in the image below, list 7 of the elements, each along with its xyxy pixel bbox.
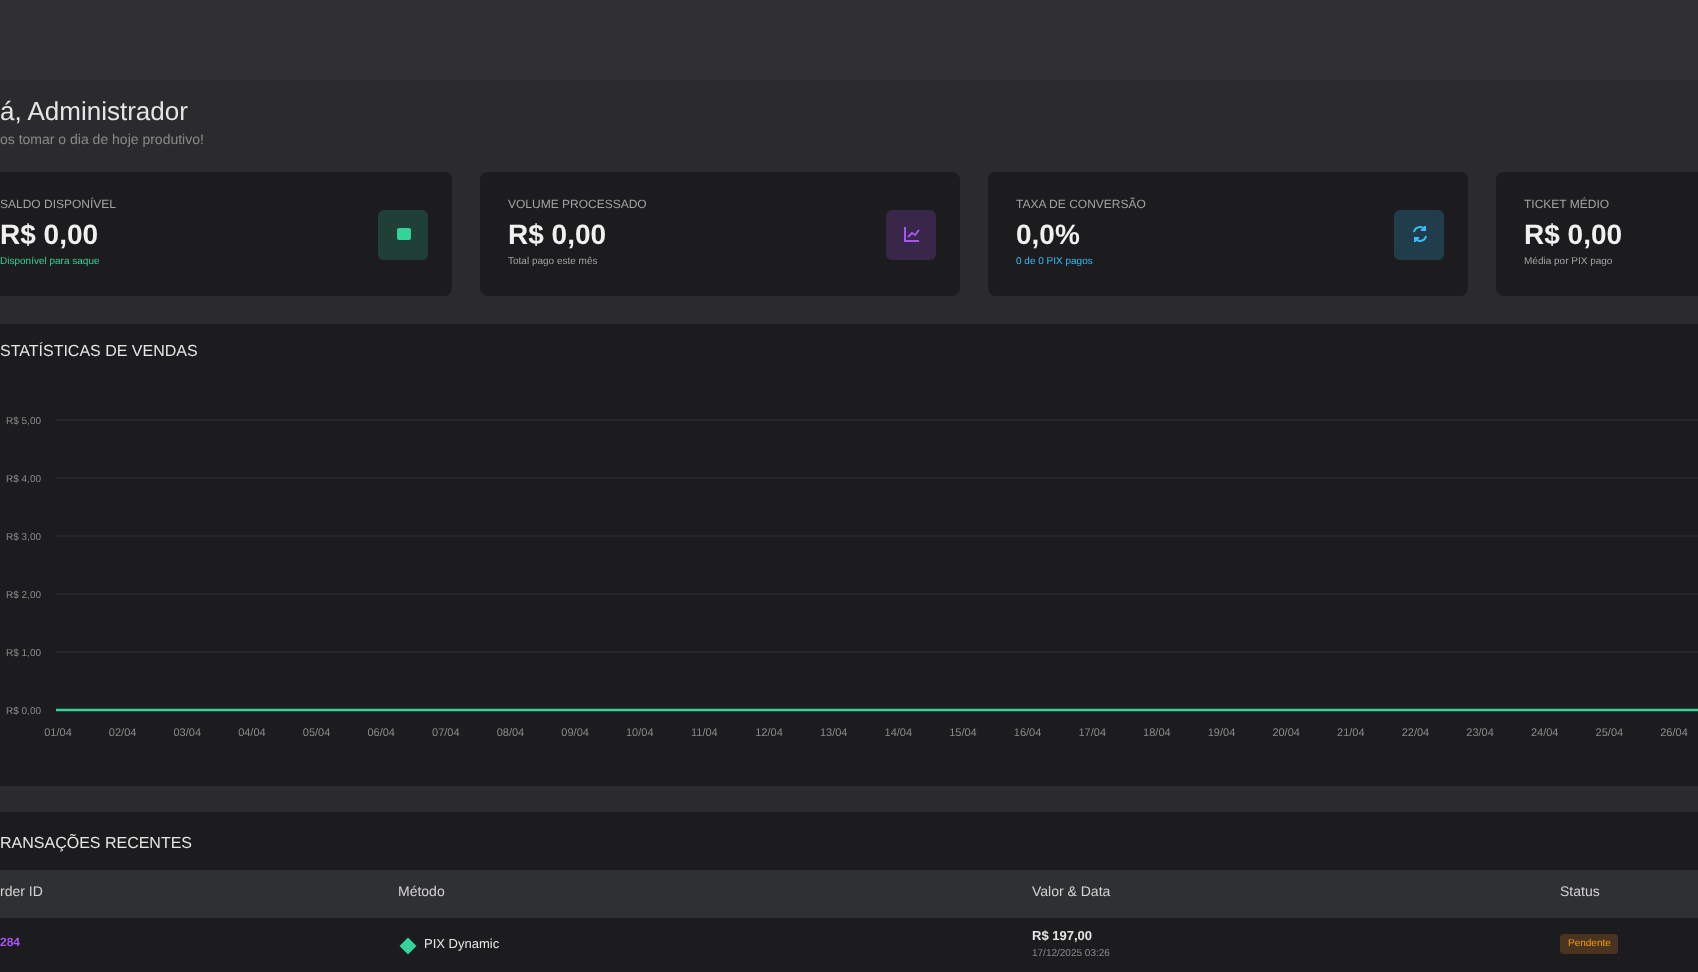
card-value: R$ 0,00 bbox=[508, 216, 609, 252]
chart-title: STATÍSTICAS DE VENDAS bbox=[0, 340, 200, 364]
card-value: 0,0% bbox=[1016, 216, 1082, 252]
card-value: R$ 0,00 bbox=[1524, 216, 1623, 252]
transactions-title: RANSAÇÕES RECENTES bbox=[0, 832, 195, 856]
greeting-title: á, Administrador bbox=[0, 94, 190, 128]
card-value: R$ 0,00 bbox=[0, 216, 101, 252]
